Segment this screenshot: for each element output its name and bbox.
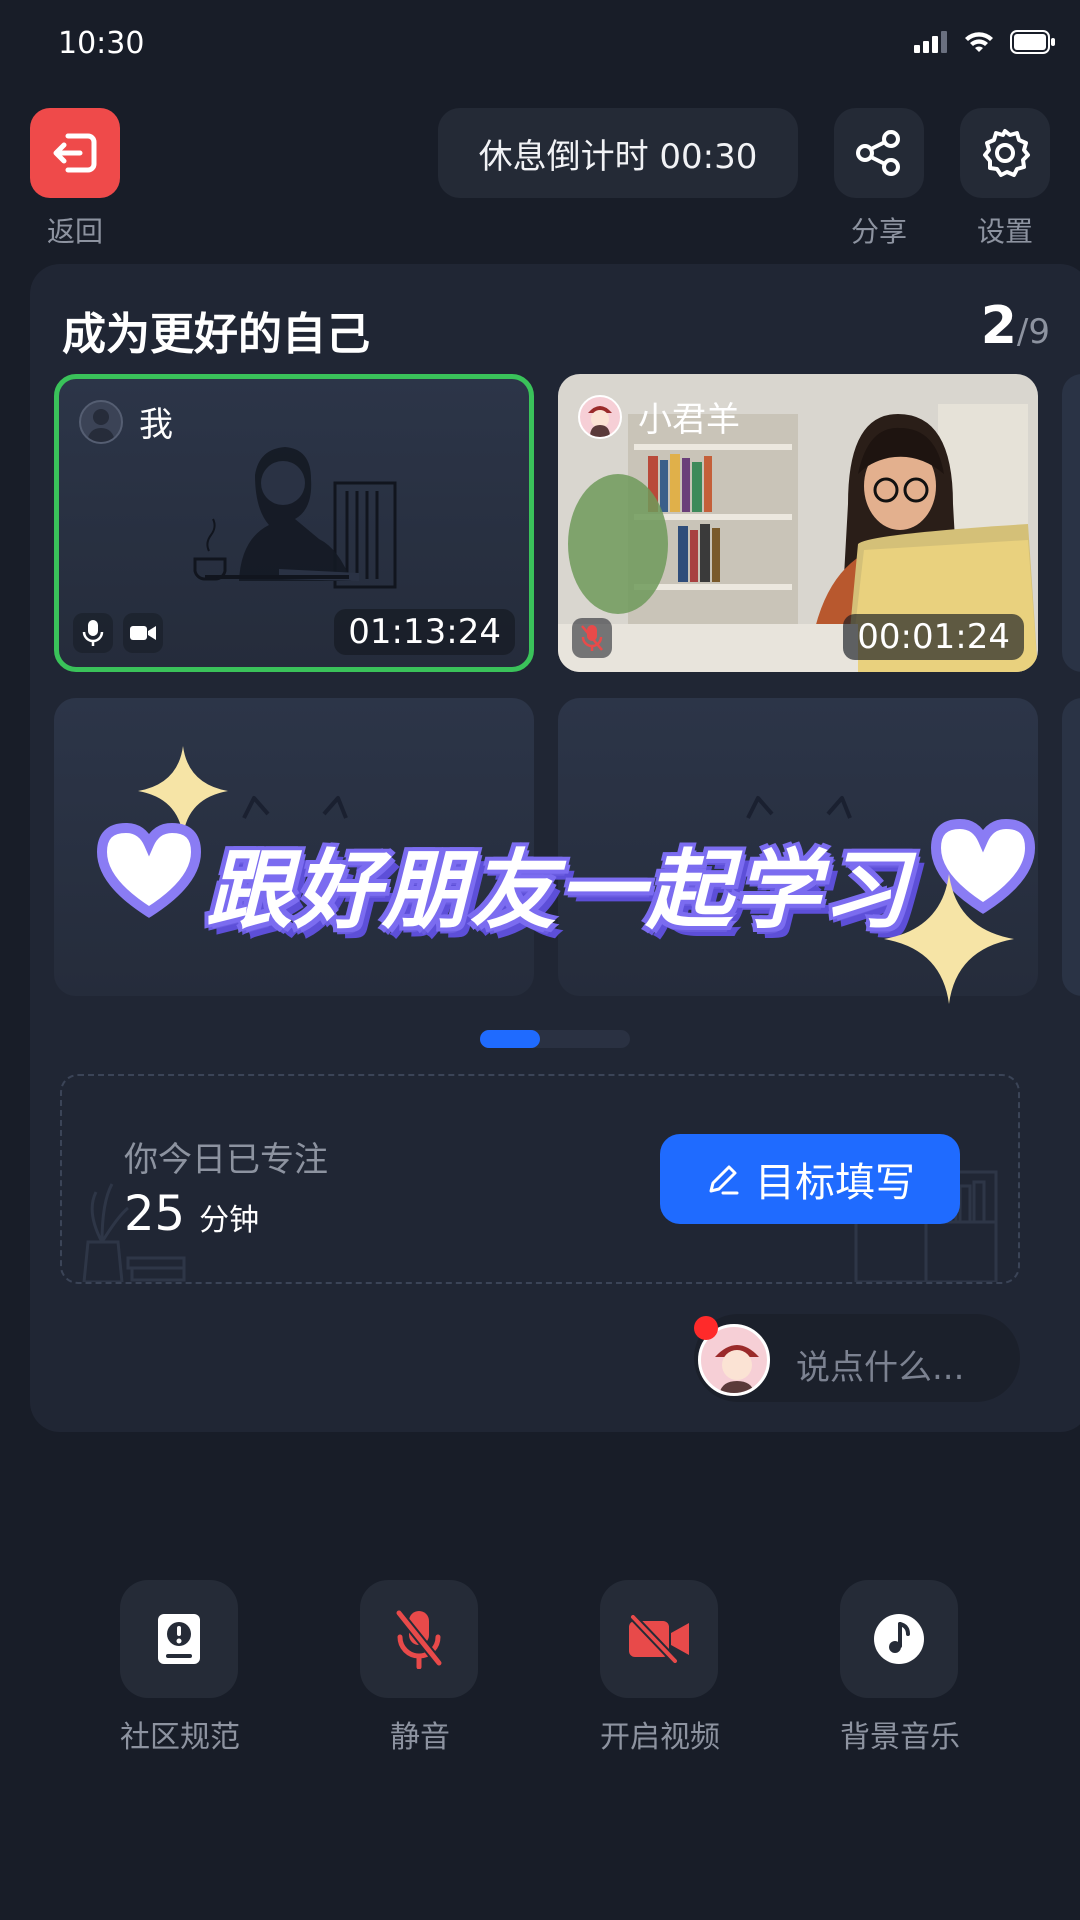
friend-avatar <box>578 394 622 439</box>
video-off-icon <box>629 1615 689 1663</box>
chat-placeholder: 说点什么... <box>796 1348 965 1388</box>
mute-button[interactable] <box>360 1580 478 1698</box>
battery-icon <box>1010 30 1055 54</box>
tile-name-label: 小君羊 <box>638 400 740 440</box>
mic-muted-icon <box>395 1610 443 1669</box>
tile-name-friend: 小君羊 <box>578 392 740 441</box>
signal-icon <box>914 31 947 53</box>
goal-fill-button[interactable]: 目标填写 <box>660 1134 960 1224</box>
empty-seat-peek <box>1062 698 1080 996</box>
exit-icon <box>53 133 97 173</box>
cat-placeholder-icon <box>242 796 348 819</box>
rest-countdown: 休息倒计时 00:30 <box>438 108 798 198</box>
background-music-button[interactable] <box>840 1580 958 1698</box>
member-count-total: /9 <box>1016 312 1050 352</box>
tile-name-label: 我 <box>139 405 173 445</box>
goal-fill-label: 目标填写 <box>755 1160 915 1206</box>
unread-dot <box>694 1316 718 1340</box>
community-rules-label: 社区规范 <box>120 1720 240 1755</box>
tile-controls-friend <box>572 618 612 658</box>
settings-label: 设置 <box>976 215 1033 248</box>
video-tile-me[interactable]: 我 01:13:24 <box>54 374 534 672</box>
background-music-label: 背景音乐 <box>840 1720 960 1755</box>
focus-label: 你今日已专注 <box>124 1140 328 1180</box>
music-icon <box>874 1614 924 1664</box>
focus-duration: 25 分钟 <box>124 1186 259 1242</box>
focus-minutes: 25 <box>124 1186 186 1242</box>
room-title: 成为更好的自己 <box>62 309 370 360</box>
room-member-count: 2/9 <box>981 296 1050 356</box>
mic-muted-icon <box>572 618 612 658</box>
status-icons <box>914 30 1056 54</box>
share-button[interactable] <box>834 108 924 198</box>
share-label: 分享 <box>850 215 907 248</box>
tile-controls-me <box>73 613 163 653</box>
page-indicator-active <box>480 1030 540 1048</box>
video-toggle-label: 开启视频 <box>600 1720 720 1755</box>
camera-on-icon <box>123 613 163 653</box>
video-toggle-button[interactable] <box>600 1580 718 1698</box>
settings-button[interactable] <box>960 108 1050 198</box>
cat-placeholder-icon <box>746 796 852 819</box>
video-tile-peek <box>1062 374 1080 672</box>
mic-on-icon <box>73 613 113 653</box>
community-rules-button[interactable] <box>120 1580 238 1698</box>
video-tile-friend[interactable]: 小君羊 00:01:24 <box>558 374 1038 672</box>
empty-seat-tile[interactable] <box>54 698 534 996</box>
empty-seat-tile[interactable] <box>558 698 1038 996</box>
community-rules-icon <box>158 1614 200 1664</box>
wifi-icon <box>965 32 993 52</box>
share-icon <box>856 130 900 176</box>
tile-timer-friend: 00:01:24 <box>843 614 1024 660</box>
tile-name-me: 我 <box>79 397 173 446</box>
member-count-current: 2 <box>980 296 1017 356</box>
gear-icon <box>983 129 1030 177</box>
default-avatar-icon <box>79 399 123 444</box>
pencil-icon <box>709 1165 739 1195</box>
status-time: 10:30 <box>58 26 145 61</box>
focus-unit: 分钟 <box>199 1203 260 1238</box>
back-button[interactable] <box>30 108 120 198</box>
tile-timer-me: 01:13:24 <box>334 609 515 655</box>
mute-label: 静音 <box>390 1720 450 1755</box>
back-label: 返回 <box>46 215 103 248</box>
